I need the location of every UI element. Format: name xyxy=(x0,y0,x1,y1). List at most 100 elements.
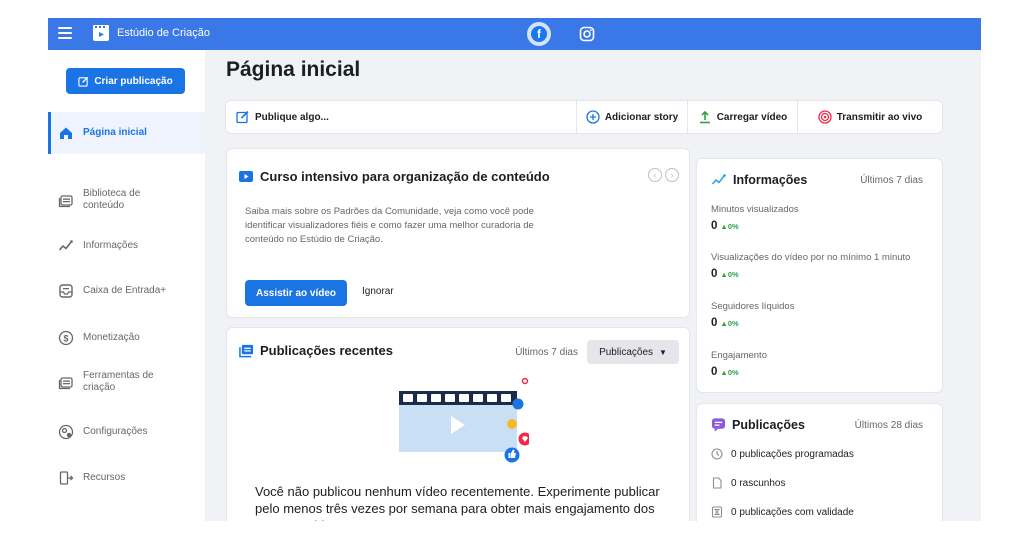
create-post-button[interactable]: Criar publicação xyxy=(66,68,185,94)
post-type-value: Publicações xyxy=(599,346,653,358)
live-icon xyxy=(818,110,832,124)
metric-one-minute-views[interactable]: Visualizações do vídeo por no mínimo 1 m… xyxy=(711,252,936,280)
creator-studio-logo-icon xyxy=(93,25,109,41)
chevron-left-icon[interactable]: ‹ xyxy=(648,168,662,182)
metric-value: 0 xyxy=(711,268,718,280)
metric-net-followers[interactable]: Seguidores líquidos 0 ▲0% xyxy=(711,301,936,329)
chevron-right-icon[interactable]: › xyxy=(665,168,679,182)
sidebar-item-label: Configurações xyxy=(83,426,148,437)
creator-tools-icon xyxy=(58,377,73,390)
post-type-dropdown[interactable]: Publicações ▼ xyxy=(587,340,679,364)
menu-icon[interactable] xyxy=(58,27,72,39)
inbox-icon xyxy=(59,284,73,298)
publications-title: Publicações xyxy=(732,417,805,432)
no-recent-posts-message: Você não publicou nenhum vídeo recenteme… xyxy=(255,484,660,521)
metric-value: 0 xyxy=(711,366,718,378)
expiring-posts-row[interactable]: 0 publicações com validade xyxy=(711,506,854,518)
top-bar: Estúdio de Criação f xyxy=(48,18,981,50)
edit-icon xyxy=(236,110,249,124)
course-title-row: Curso intensivo para organização de cont… xyxy=(239,169,550,184)
watch-video-button[interactable]: Assistir ao vídeo xyxy=(245,280,347,306)
sidebar-item-monetization[interactable]: $ Monetização xyxy=(48,322,205,354)
metric-change: ▲0% xyxy=(720,270,739,279)
metric-minutes-viewed[interactable]: Minutos visualizados 0 ▲0% xyxy=(711,204,936,232)
carousel-nav: ‹ › xyxy=(648,168,679,182)
page-title: Página inicial xyxy=(226,58,361,81)
drafts-row[interactable]: 0 rascunhos xyxy=(711,477,785,489)
sidebar: Criar publicação Página inicial Bibliote… xyxy=(48,50,205,521)
sidebar-item-label: Caixa de Entrada+ xyxy=(83,285,167,296)
sidebar-item-home[interactable]: Página inicial xyxy=(48,112,205,154)
draft-icon xyxy=(712,477,722,489)
sidebar-item-label: Biblioteca de conteúdo xyxy=(83,188,141,211)
sidebar-item-label: Ferramentas de criação xyxy=(83,370,154,393)
metric-change: ▲0% xyxy=(720,368,739,377)
metric-value: 0 xyxy=(711,317,718,329)
upload-video-label: Carregar vídeo xyxy=(716,111,788,123)
expiring-posts-label: 0 publicações com validade xyxy=(731,506,854,518)
add-story-label: Adicionar story xyxy=(604,111,679,123)
app-title: Estúdio de Criação xyxy=(117,27,210,39)
upload-video-button[interactable]: Carregar vídeo xyxy=(687,101,797,133)
metric-engagement[interactable]: Engajamento 0 ▲0% xyxy=(711,350,936,378)
library-icon xyxy=(239,344,254,358)
insights-title-row: Informações xyxy=(711,172,807,188)
video-icon xyxy=(239,171,253,182)
drafts-label: 0 rascunhos xyxy=(731,477,786,489)
clock-icon xyxy=(711,448,723,460)
empty-videos-illustration xyxy=(399,377,529,463)
publications-card: Publicações Últimos 28 dias 0 publicaçõe… xyxy=(696,403,943,521)
metric-value: 0 xyxy=(711,220,718,232)
course-title: Curso intensivo para organização de cont… xyxy=(260,169,550,184)
go-live-label: Transmitir ao vivo xyxy=(836,111,923,123)
metric-label: Engajamento xyxy=(711,350,767,361)
recent-posts-card: Publicações recentes Últimos 7 dias Publ… xyxy=(226,327,690,521)
post-actions-bar: Publique algo... Adicionar story Carrega… xyxy=(225,100,943,134)
home-icon xyxy=(60,127,72,139)
publications-title-row: Publicações xyxy=(711,417,805,432)
sidebar-item-label: Página inicial xyxy=(83,127,147,138)
sidebar-item-inbox[interactable]: Caixa de Entrada+ xyxy=(48,275,205,307)
dollar-icon: $ xyxy=(58,330,74,346)
insights-range: Últimos 7 dias xyxy=(860,175,923,186)
metric-label: Minutos visualizados xyxy=(711,204,799,215)
go-live-button[interactable]: Transmitir ao vivo xyxy=(797,101,942,133)
course-description: Saiba mais sobre os Padrões da Comunidad… xyxy=(245,206,534,245)
sidebar-item-label: Recursos xyxy=(83,472,126,483)
resources-icon xyxy=(59,471,74,485)
metric-label: Seguidores líquidos xyxy=(711,301,795,312)
plus-circle-icon xyxy=(586,110,600,124)
insights-title: Informações xyxy=(733,173,808,187)
ignore-button[interactable]: Ignorar xyxy=(362,286,394,297)
sidebar-item-creator-tools[interactable]: Ferramentas de criação xyxy=(48,364,205,400)
publications-range: Últimos 28 dias xyxy=(854,420,923,431)
date-range-label: Últimos 7 dias xyxy=(515,347,578,358)
insights-icon xyxy=(58,240,73,251)
recent-posts-title: Publicações recentes xyxy=(260,343,393,358)
expiring-icon xyxy=(711,506,723,518)
add-story-button[interactable]: Adicionar story xyxy=(576,101,687,133)
metric-change: ▲0% xyxy=(720,222,739,231)
facebook-tab[interactable]: f xyxy=(527,22,551,46)
insights-card: Informações Últimos 7 dias Minutos visua… xyxy=(696,158,943,393)
create-post-input[interactable]: Publique algo... xyxy=(226,101,576,133)
caret-down-icon: ▼ xyxy=(659,347,667,357)
scheduled-posts-label: 0 publicações programadas xyxy=(731,448,854,460)
creator-studio-window: Estúdio de Criação f Criar publicação Pá… xyxy=(48,18,981,521)
upload-icon xyxy=(699,110,710,124)
sidebar-item-library[interactable]: Biblioteca de conteúdo xyxy=(48,182,205,218)
facebook-icon: f xyxy=(531,26,547,42)
sidebar-item-insights[interactable]: Informações xyxy=(48,230,205,262)
svg-text:$: $ xyxy=(63,334,68,344)
metric-change: ▲0% xyxy=(720,319,739,328)
course-card: Curso intensivo para organização de cont… xyxy=(226,148,690,318)
recent-posts-title-row: Publicações recentes xyxy=(239,343,393,358)
sidebar-item-settings[interactable]: Configurações xyxy=(48,416,205,448)
sidebar-item-label: Monetização xyxy=(83,332,140,343)
sidebar-item-label: Informações xyxy=(83,240,139,251)
settings-icon xyxy=(58,424,74,440)
instagram-icon[interactable] xyxy=(579,26,595,42)
sidebar-item-resources[interactable]: Recursos xyxy=(48,462,205,494)
scheduled-posts-row[interactable]: 0 publicações programadas xyxy=(711,448,854,460)
library-icon xyxy=(58,195,73,208)
